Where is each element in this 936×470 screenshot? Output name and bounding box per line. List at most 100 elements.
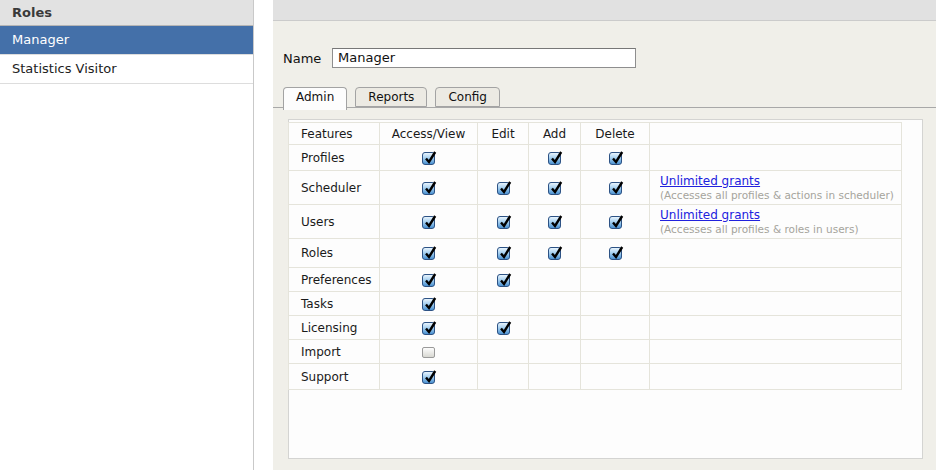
sidebar-item-statistics-visitor[interactable]: Statistics Visitor [0,55,253,84]
checkbox-checked[interactable] [422,322,435,335]
feature-name: Scheduler [289,171,380,205]
checkbox-checked[interactable] [497,322,510,335]
cell-add [529,171,581,205]
cell-delete [581,268,650,292]
checkmark-icon [423,244,438,260]
cell-access [380,239,478,268]
cell-edit [478,292,529,316]
tab-strip: Admin Reports Config [283,87,503,110]
roles-sidebar: Roles Manager Statistics Visitor [0,0,254,470]
col-header-features: Features [289,123,380,145]
grants-note: (Accesses all profiles & actions in sche… [660,189,901,201]
checkbox-checked[interactable] [497,216,510,229]
table-row: Licensing [289,316,902,340]
cell-edit [478,316,529,340]
cell-add [529,364,581,390]
col-header-edit: Edit [478,123,529,145]
cell-delete [581,316,650,340]
cell-access [380,340,478,364]
cell-access [380,145,478,171]
checkmark-icon [423,149,438,165]
checkmark-icon [549,244,564,260]
table-row: Tasks [289,292,902,316]
table-header-row: Features Access/View Edit Add Delete [289,123,902,145]
tab-admin[interactable]: Admin [283,87,347,110]
cell-access [380,268,478,292]
cell-add [529,205,581,239]
checkmark-icon [423,271,438,287]
checkbox-checked[interactable] [422,182,435,195]
col-header-add: Add [529,123,581,145]
cell-extra: Unlimited grants(Accesses all profiles &… [650,171,902,205]
checkmark-icon [610,149,625,165]
checkbox-checked[interactable] [609,152,622,165]
checkbox-checked[interactable] [548,247,561,260]
cell-edit [478,171,529,205]
cell-extra: Unlimited grants(Accesses all profiles &… [650,205,902,239]
checkbox-checked[interactable] [609,182,622,195]
name-input[interactable] [332,48,636,68]
cell-extra [650,145,902,171]
cell-extra [650,316,902,340]
checkbox-checked[interactable] [548,182,561,195]
tab-reports[interactable]: Reports [355,87,427,107]
checkbox-checked[interactable] [497,274,510,287]
cell-delete [581,145,650,171]
checkbox-checked[interactable] [609,216,622,229]
cell-add [529,239,581,268]
checkbox-checked[interactable] [497,247,510,260]
cell-edit [478,340,529,364]
table-row: Preferences [289,268,902,292]
checkbox-checked[interactable] [422,371,435,384]
cell-add [529,292,581,316]
unlimited-grants-link[interactable]: Unlimited grants [660,208,760,222]
checkbox-checked[interactable] [422,298,435,311]
feature-name: Support [289,364,380,390]
grants-note: (Accesses all profiles & roles in users) [660,223,901,235]
col-header-access-view: Access/View [380,123,478,145]
unlimited-grants-link[interactable]: Unlimited grants [660,174,760,188]
checkbox-unchecked[interactable] [422,347,435,358]
feature-name: Tasks [289,292,380,316]
feature-name: Import [289,340,380,364]
table-row: Scheduler Unlimited grants(Accesses all p… [289,171,902,205]
cell-delete [581,340,650,364]
detail-panel: Name Admin Reports Config Features Acces… [273,0,936,470]
features-table-body: ProfilesSchedulerUnlimited grants(Access… [289,145,902,390]
checkbox-checked[interactable] [609,247,622,260]
cell-extra [650,292,902,316]
checkbox-checked[interactable] [497,182,510,195]
col-header-extra [650,123,902,145]
checkbox-checked[interactable] [422,247,435,260]
checkmark-icon [498,271,513,287]
cell-extra [650,239,902,268]
features-table: Features Access/View Edit Add Delete Pro… [288,122,902,390]
checkmark-icon [498,319,513,335]
cell-delete [581,205,650,239]
cell-edit [478,239,529,268]
checkbox-checked[interactable] [422,216,435,229]
checkmark-icon [423,213,438,229]
table-row: Support [289,364,902,390]
cell-extra [650,364,902,390]
cell-access [380,364,478,390]
checkbox-checked[interactable] [422,152,435,165]
checkmark-icon [610,244,625,260]
checkbox-checked[interactable] [422,274,435,287]
checkmark-icon [549,213,564,229]
feature-name: Licensing [289,316,380,340]
cell-add [529,145,581,171]
cell-edit [478,268,529,292]
feature-name: Users [289,205,380,239]
feature-name: Preferences [289,268,380,292]
cell-delete [581,364,650,390]
cell-delete [581,292,650,316]
checkbox-checked[interactable] [548,152,561,165]
tab-config[interactable]: Config [435,87,500,107]
cell-edit [478,145,529,171]
col-header-delete: Delete [581,123,650,145]
checkmark-icon [423,319,438,335]
checkbox-checked[interactable] [548,216,561,229]
cell-extra [650,340,902,364]
sidebar-item-manager[interactable]: Manager [0,26,253,55]
